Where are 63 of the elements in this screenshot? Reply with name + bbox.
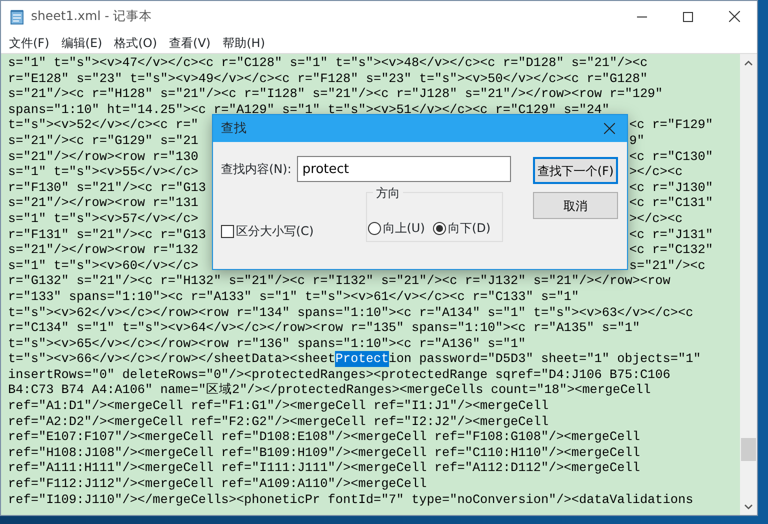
dialog-button[interactable]: 取消 — [533, 192, 618, 219]
code-line: r="C134" s="1" t="s"><v>64</v></c></row><row r="135" spans="1:10"><c r="A135" s="1" — [8, 320, 640, 336]
code-line: <c r="J131" — [629, 226, 714, 242]
direction-radio[interactable]: 向下(D) — [432, 215, 491, 241]
code-line: <c r="C132" — [629, 242, 714, 258]
maximize-icon — [683, 12, 693, 22]
code-line: s="1" t="s"><v>47</v></c><c r="C128" s="1" t="s"><v>48</v></c><c r="D128" s="21"/><c — [8, 55, 648, 71]
code-line: r="F130" s="21"/><c r="G13 — [8, 180, 206, 196]
code-line: <c r="C130" — [629, 148, 714, 164]
code-line: ion password="D5D3" sheet="1" objects="1" — [388, 351, 701, 367]
code-line: ref="E107:F107"/><mergeCell ref="D108:E108"/><mergeCell ref="F108:G108"/><mergeCell — [8, 429, 640, 445]
match-case-checkbox[interactable]: 区分大小写(C) — [221, 222, 314, 240]
code-line: s="21"/><c — [629, 258, 706, 274]
code-line: B4:C73 B74 A4:A106" name="区域2"/></protectedRanges><mergeCells count="18"><mergeCell — [8, 382, 651, 398]
code-line: ref="A2:D2"/><mergeCell ref="F2:G2"/><mergeCell ref="I2:J2"/><mergeCell — [8, 414, 549, 430]
code-line: <c r="F129" — [629, 117, 714, 133]
dialog-title: 查找 — [221, 119, 247, 138]
code-line: s="21"/><c r="G129" s="21 — [8, 132, 198, 149]
find-field[interactable]: protect — [297, 156, 512, 182]
direction-radio[interactable]: 向上(U) — [368, 215, 425, 241]
scroll-thumb[interactable] — [741, 438, 756, 461]
find-label: 查找内容(N): — [221, 161, 292, 178]
notepad-icon — [9, 8, 25, 24]
menu-item[interactable]: 格式(O) — [108, 34, 164, 52]
code-line: ref="A111:H111"/><mergeCell ref="I111:J111"/><mergeCell ref="A112:D112"/><mergeCell — [8, 460, 640, 476]
code-line: ref="I109:J110"/></mergeCells><phoneticPr fontId="7" type="noConversion"/><dataValidations — [8, 492, 694, 508]
menu-item[interactable]: 帮助(H) — [216, 34, 271, 52]
scroll-up-icon[interactable] — [744, 60, 753, 66]
code-line: t="s"><v>65</v></c></row><row r="136" spans="1:10"><c r="A136" s="1" — [8, 336, 526, 352]
code-line: ref="F112:J112"/><mergeCell ref="A109:A110"/><mergeCell — [8, 476, 427, 492]
code-line: s="21"/></row><row r="130 — [8, 148, 198, 164]
code-line: s="21"/></row><row r="132 — [8, 242, 198, 258]
menu-item[interactable]: 查看(V) — [163, 34, 217, 52]
code-line: ref="H108:J108"/><mergeCell ref="B109:H109"/><mergeCell ref="C110:H110"/><mergeCell — [8, 444, 640, 460]
menu-item[interactable]: 编辑(E) — [55, 34, 108, 52]
scrollbar[interactable] — [740, 54, 757, 515]
code-line: s="21"/></row><row r="131 — [8, 195, 198, 211]
window-title: sheet1.xml - 记事本 — [31, 7, 152, 26]
code-line: <c r="J130" — [629, 180, 714, 196]
code-line: s="21"/><c r="H128" s="21"/><c r="I128" s="21"/><c r="J128" s="21"/></row><row r="129" — [8, 86, 663, 102]
code-line: r="E128" s="23" t="s"><v>49</v></c><c r="F128" s="23" t="s"><v>50</v></c><c r="G128" — [8, 70, 648, 86]
code-line: ref="A1:D1"/><mergeCell ref="F1:G1"/><mergeCell ref="I1:J1"/><mergeCell — [8, 398, 549, 414]
selected-text: Protect — [335, 351, 389, 367]
code-line: r="G132" s="21"/><c r="H132" s="21"/><c r="I132" s="21"/><c r="J132" s="21"/></row><row — [8, 273, 670, 289]
code-line: ></c><c — [629, 210, 683, 227]
code-line: spans="1:10" ht="14.25"><c r="A129" s="1" t="s"><v>51</v></c><c r="C129" s="24" — [8, 102, 610, 118]
code-line: t="s"><v>52</v></c><c r=" — [8, 117, 198, 133]
code-line: t="s"><v>62</v></c></row><row r="134" spans="1:10"><c r="A134" s="1" t="s"><v>63</v></c><c — [8, 304, 694, 320]
code-line: s="1" t="s"><v>55</v></c> — [8, 164, 198, 180]
menu-item[interactable]: 文件(F) — [3, 34, 56, 52]
scroll-down-icon[interactable] — [744, 504, 753, 510]
code-line: t="s"><v>66</v></c></row></sheetData><sheet — [8, 351, 336, 367]
dialog-button[interactable]: 查找下一个(F) — [533, 157, 618, 184]
code-line: <c r="C131" — [629, 195, 714, 211]
close-icon — [604, 123, 614, 134]
code-line: s="1" t="s"><v>57</v></c> — [8, 210, 198, 227]
code-line: 9" — [629, 132, 644, 149]
code-line: r="133" spans="1:10"><c r="A133" s="1" t="s"><v>61</v></c><c r="C133" s="1" — [8, 288, 580, 304]
code-line: r="F131" s="21"/><c r="G13 — [8, 226, 206, 242]
code-line: ></c><c — [629, 164, 683, 180]
code-line: s="1" t="s"><v>60</v></c> — [8, 258, 198, 274]
close-icon — [728, 11, 740, 22]
code-line: insertRows="0" deleteRows="0"/><protectedRanges><protectedRange sqref="D4:J106 B75:C106 — [8, 366, 670, 382]
